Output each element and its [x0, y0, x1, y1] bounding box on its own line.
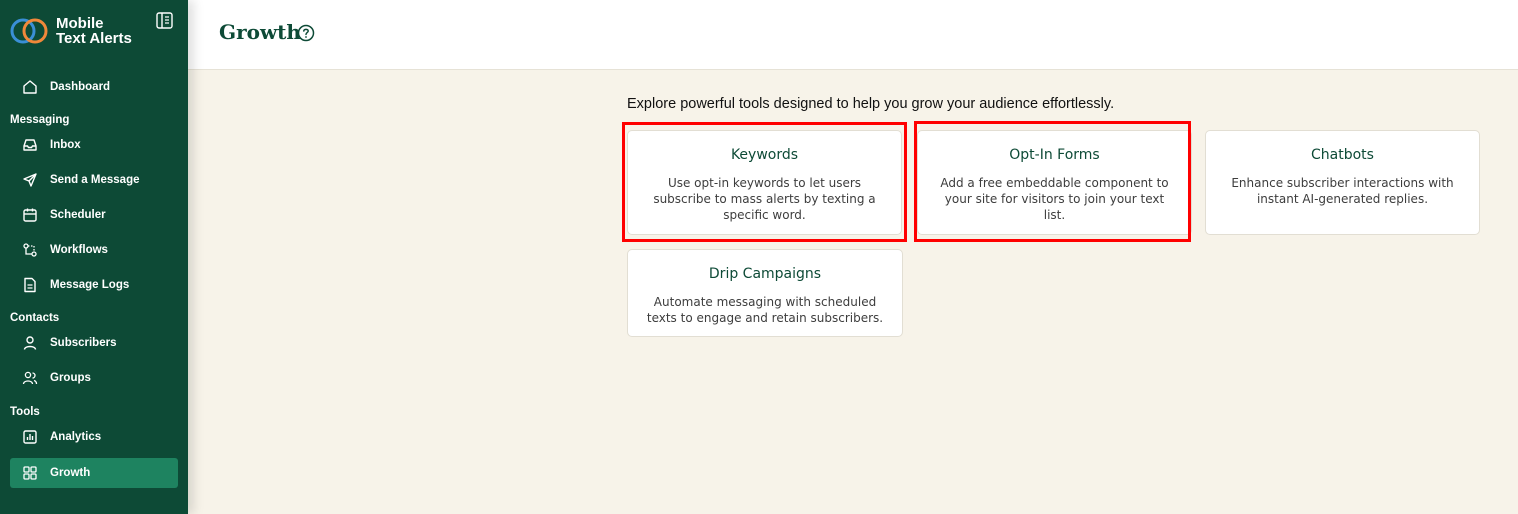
- card-description: Add a free embeddable component to your …: [940, 176, 1169, 222]
- card-keywords[interactable]: Keywords Use opt-in keywords to let user…: [627, 130, 902, 235]
- sidebar-item-label: Analytics: [50, 431, 102, 443]
- logo-icon: [10, 18, 48, 44]
- home-icon: [23, 80, 37, 94]
- grid-icon: [23, 466, 37, 480]
- card-title: Opt-In Forms: [1009, 147, 1100, 163]
- sidebar-item-label: Dashboard: [50, 81, 111, 93]
- calendar-icon: [23, 208, 37, 222]
- sidebar-item-label: Scheduler: [50, 209, 106, 221]
- brand-logo[interactable]: Mobile Text Alerts: [10, 16, 132, 46]
- sidebar-item-label: Inbox: [50, 139, 81, 151]
- sidebar-item-label: Groups: [50, 372, 91, 384]
- brand-name: Mobile Text Alerts: [56, 16, 132, 46]
- brand-name-line1: Mobile: [56, 15, 104, 32]
- card-title: Chatbots: [1311, 147, 1374, 163]
- card-title: Keywords: [730, 147, 799, 163]
- section-label-tools: Tools: [10, 406, 40, 418]
- sidebar-item-groups[interactable]: Groups: [10, 363, 178, 393]
- sidebar-item-message-logs[interactable]: Message Logs: [10, 270, 178, 300]
- sidebar-item-dashboard[interactable]: Dashboard: [10, 72, 178, 102]
- user-icon: [23, 336, 37, 350]
- card-description: Use opt-in keywords to let users subscri…: [653, 176, 876, 222]
- inbox-icon: [23, 139, 37, 151]
- card-chatbots[interactable]: Chatbots Enhance subscriber interactions…: [1205, 130, 1480, 235]
- card-description: Enhance subscriber interactions with ins…: [1231, 176, 1454, 206]
- intro-text: Explore powerful tools designed to help …: [627, 96, 1115, 112]
- sidebar-item-label: Workflows: [50, 244, 108, 256]
- sidebar-item-scheduler[interactable]: Scheduler: [10, 200, 178, 230]
- card-title: Drip Campaigns: [708, 266, 822, 282]
- sidebar-item-inbox[interactable]: Inbox: [10, 130, 178, 160]
- sidebar-item-label: Growth: [50, 467, 91, 479]
- workflow-icon: [23, 243, 37, 257]
- help-icon[interactable]: [297, 24, 315, 42]
- brand-name-line2: Text Alerts: [56, 30, 132, 47]
- bar-chart-icon: [23, 430, 37, 444]
- page-title: Growth: [219, 20, 301, 44]
- card-description: Automate messaging with scheduled texts …: [646, 295, 884, 325]
- sidebar: Mobile Text Alerts Dashboard Messaging I…: [0, 0, 188, 514]
- sidebar-item-label: Message Logs: [50, 279, 130, 291]
- page-header: Growth: [188, 0, 1518, 70]
- send-icon: [23, 173, 37, 187]
- sidebar-collapse-icon[interactable]: [156, 12, 173, 29]
- sidebar-item-send-message[interactable]: Send a Message: [10, 165, 178, 195]
- section-label-contacts: Contacts: [10, 312, 60, 324]
- section-label-messaging: Messaging: [10, 114, 70, 126]
- sidebar-item-label: Subscribers: [50, 337, 117, 349]
- card-drip-campaigns[interactable]: Drip Campaigns Automate messaging with s…: [627, 249, 903, 337]
- sidebar-item-subscribers[interactable]: Subscribers: [10, 328, 178, 358]
- users-icon: [22, 371, 38, 385]
- app: Mobile Text Alerts Dashboard Messaging I…: [0, 0, 1518, 514]
- sidebar-item-growth[interactable]: Growth: [10, 458, 178, 488]
- sidebar-item-workflows[interactable]: Workflows: [10, 235, 178, 265]
- sidebar-item-label: Send a Message: [50, 174, 140, 186]
- card-opt-in-forms[interactable]: Opt-In Forms Add a free embeddable compo…: [917, 130, 1192, 235]
- document-icon: [24, 277, 36, 293]
- sidebar-item-analytics[interactable]: Analytics: [10, 422, 178, 452]
